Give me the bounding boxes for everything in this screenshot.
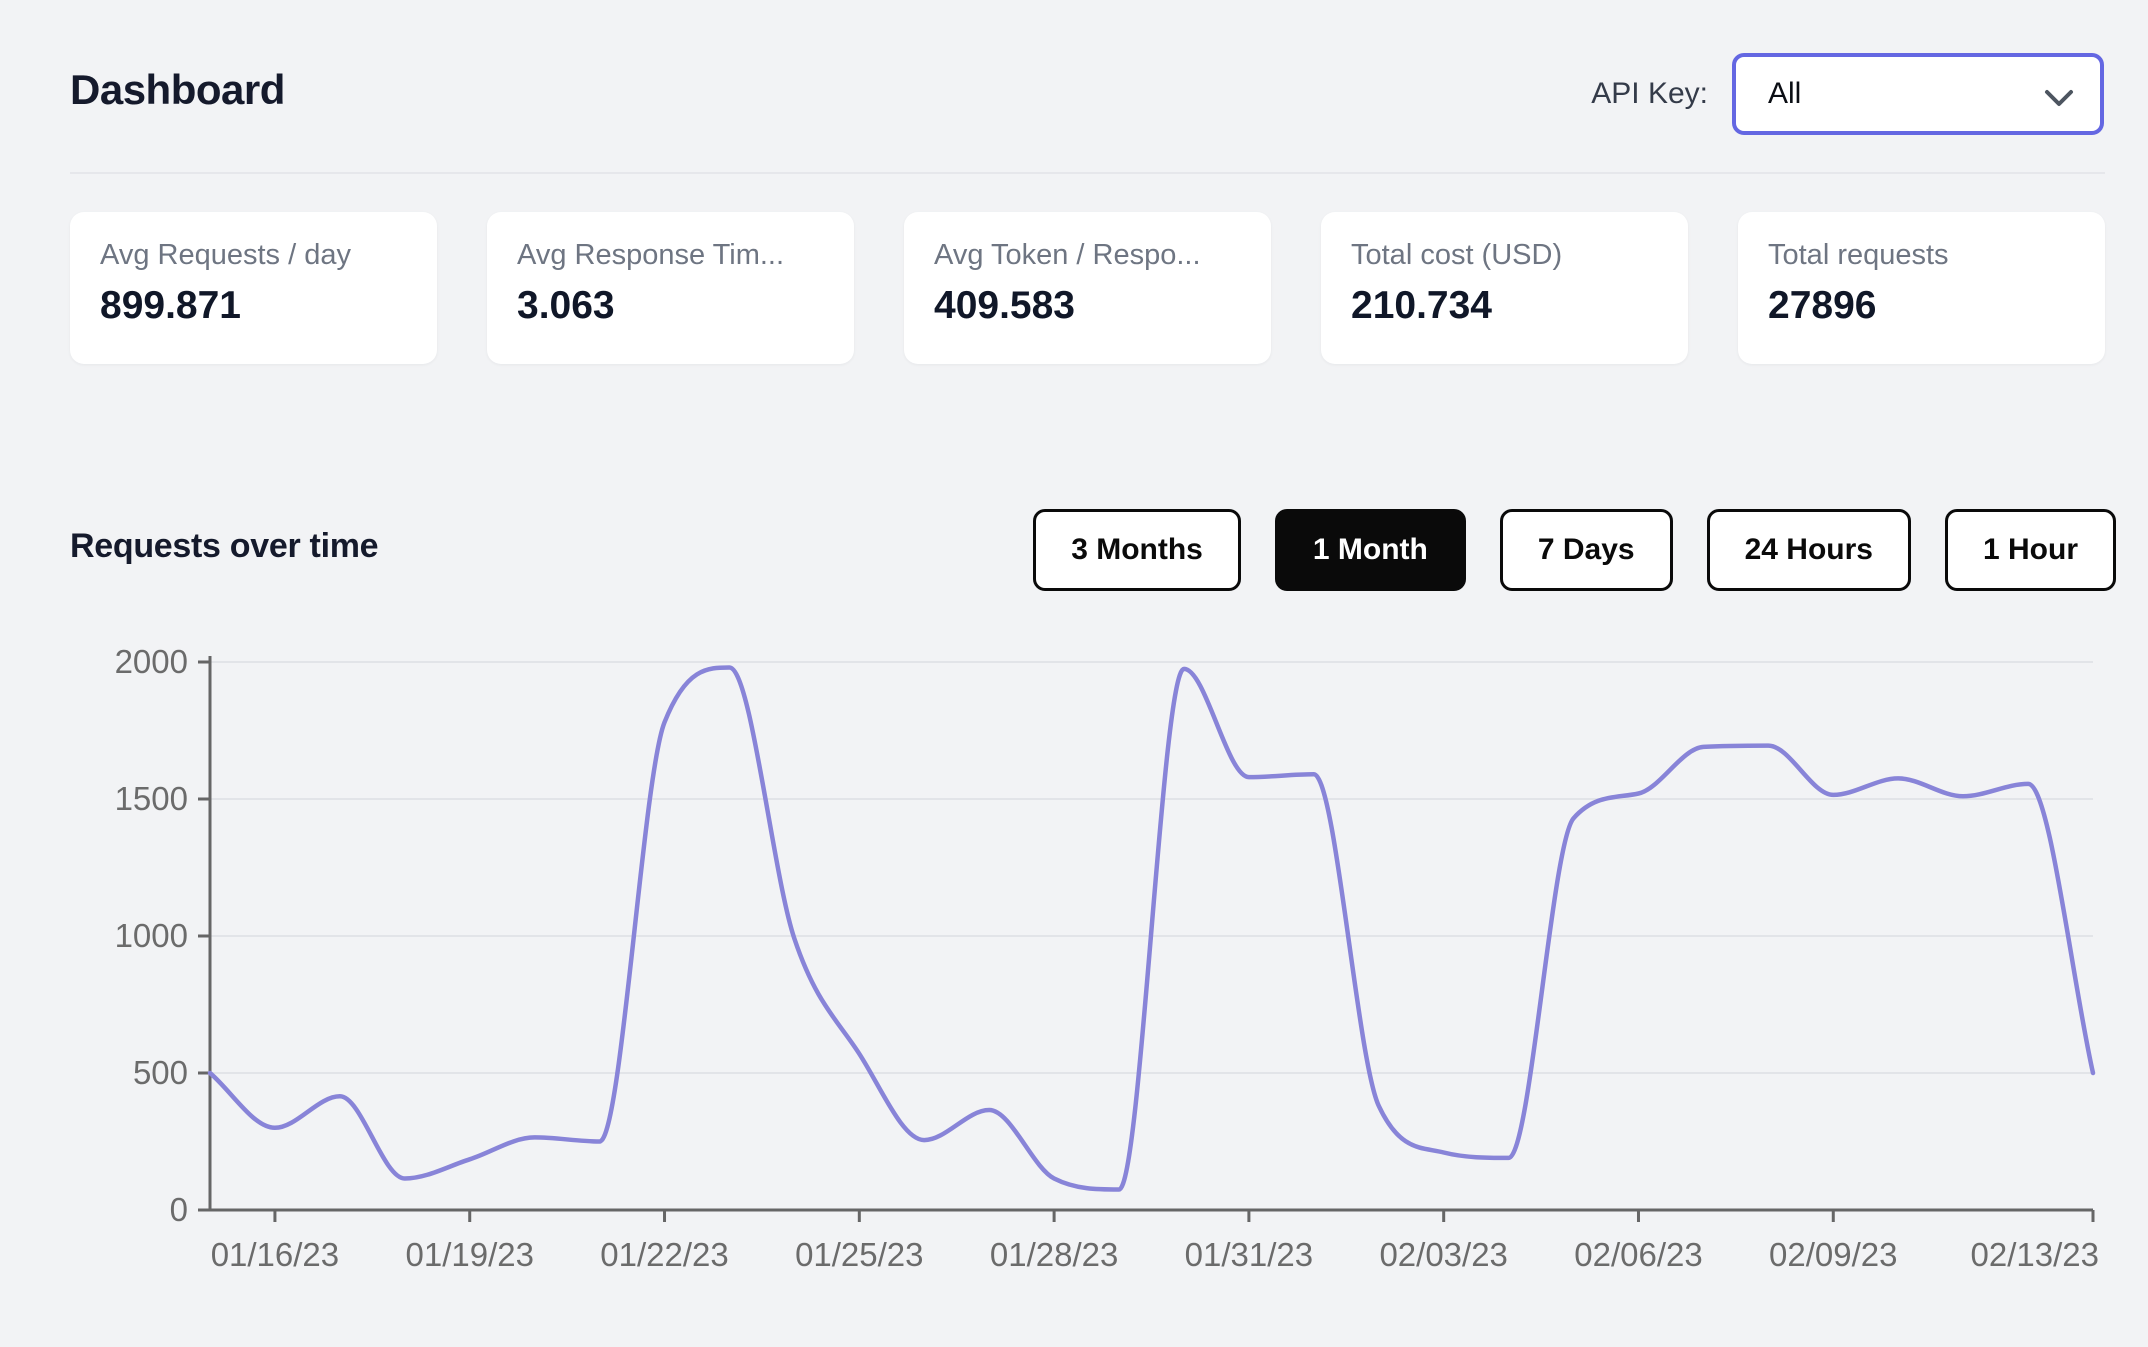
requests-over-time-chart: 0 500 1000 1500 2000 01/16/23 01/19/23 01/22/23… [0,618,2148,1342]
stat-card: Avg Token / Respo... 409.583 [904,212,1271,364]
time-range-buttons: 3 Months 1 Month 7 Days 24 Hours 1 Hour [1033,509,2116,591]
x-tick-label-02/06/23: 02/06/23 [1574,1236,1702,1273]
section-title: Requests over time [70,527,379,565]
stat-card-label: Total cost (USD) [1351,239,1563,271]
stat-card: Total requests 27896 [1738,212,2105,364]
api-key-row: API Key: All [1591,53,2104,135]
x-tick-label-02/03/23: 02/03/23 [1379,1236,1507,1273]
api-key-select[interactable]: All [1732,53,2104,135]
time-range-button-24-hours[interactable]: 24 Hours [1706,509,1911,591]
header-divider [70,172,2105,174]
stat-card-value: 3.063 [517,284,615,327]
x-tick-label-02/13/23: 02/13/23 [1971,1236,2099,1273]
stat-card: Avg Requests / day 899.871 [70,212,437,364]
time-range-button-1-month[interactable]: 1 Month [1274,509,1466,591]
time-range-button-7-days[interactable]: 7 Days [1499,509,1673,591]
x-tick-label-01/16/23: 01/16/23 [211,1236,339,1273]
x-tick-label-01/28/23: 01/28/23 [990,1236,1118,1273]
x-tick-label-01/31/23: 01/31/23 [1185,1236,1313,1273]
stat-card: Total cost (USD) 210.734 [1321,212,1688,364]
y-tick-label-1000: 1000 [115,917,188,954]
stat-card-label: Total requests [1768,239,1949,271]
y-tick-label-500: 500 [133,1054,188,1091]
x-tick-label-01/19/23: 01/19/23 [405,1236,533,1273]
stat-card-value: 409.583 [934,284,1075,327]
line-chart: 0 500 1000 1500 2000 01/16/23 01/19/23 01/22/23… [115,643,2099,1273]
time-range-button-3-months[interactable]: 3 Months [1033,509,1241,591]
stat-card-label: Avg Requests / day [100,239,351,271]
y-tick-label-0: 0 [170,1191,188,1228]
api-key-label: API Key: [1591,77,1708,110]
stats-cards: Avg Requests / day 899.871 Avg Response … [70,212,2105,364]
time-range-button-1-hour[interactable]: 1 Hour [1944,509,2116,591]
requests-line-series [207,665,2096,1192]
x-tick-label-01/22/23: 01/22/23 [600,1236,728,1273]
y-tick-label-1500: 1500 [115,780,188,817]
x-tick-label-02/09/23: 02/09/23 [1769,1236,1897,1273]
page-title: Dashboard [70,66,285,113]
y-tick-label-2000: 2000 [115,643,188,680]
x-tick-label-01/25/23: 01/25/23 [795,1236,923,1273]
stat-card: Avg Response Tim... 3.063 [487,212,854,364]
stat-card-value: 210.734 [1351,284,1492,327]
stat-card-value: 899.871 [100,284,241,327]
stat-card-value: 27896 [1768,284,1877,327]
stat-card-label: Avg Token / Respo... [934,239,1201,271]
api-key-selected-value: All [1768,77,1802,110]
chevron-down-icon [2045,90,2073,106]
stat-card-label: Avg Response Tim... [517,239,785,271]
